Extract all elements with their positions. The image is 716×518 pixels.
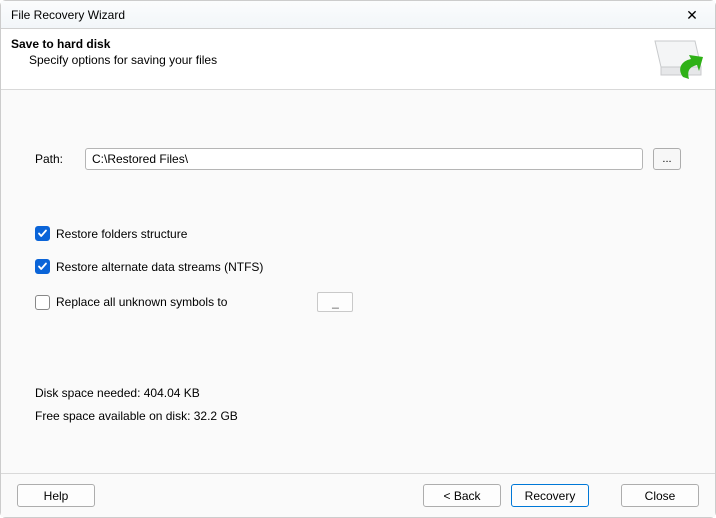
page-subtitle: Specify options for saving your files bbox=[29, 53, 649, 67]
options-group: Restore folders structure Restore altern… bbox=[35, 226, 681, 312]
restore-ads-label: Restore alternate data streams (NTFS) bbox=[56, 260, 263, 274]
close-button[interactable]: Close bbox=[621, 484, 699, 507]
wizard-header-text: Save to hard disk Specify options for sa… bbox=[11, 37, 649, 67]
hard-disk-recovery-icon bbox=[649, 37, 705, 79]
browse-button-label: ... bbox=[662, 153, 671, 165]
restore-ads-row: Restore alternate data streams (NTFS) bbox=[35, 259, 681, 274]
help-button[interactable]: Help bbox=[17, 484, 95, 507]
disk-space-free: Free space available on disk: 32.2 GB bbox=[35, 405, 681, 428]
close-icon: ✕ bbox=[686, 8, 698, 22]
wizard-footer: Help < Back Recovery Close bbox=[1, 473, 715, 517]
disk-info: Disk space needed: 404.04 KB Free space … bbox=[35, 382, 681, 428]
replace-symbols-checkbox[interactable] bbox=[35, 295, 50, 310]
window-close-button[interactable]: ✕ bbox=[675, 4, 709, 26]
page-title: Save to hard disk bbox=[11, 37, 649, 51]
title-bar: File Recovery Wizard ✕ bbox=[1, 1, 715, 29]
replace-symbol-input[interactable] bbox=[317, 292, 353, 312]
restore-folders-row: Restore folders structure bbox=[35, 226, 681, 241]
restore-folders-label: Restore folders structure bbox=[56, 227, 187, 241]
browse-button[interactable]: ... bbox=[653, 148, 681, 170]
wizard-body: Path: ... Restore folders structure Rest… bbox=[1, 90, 715, 473]
disk-space-needed: Disk space needed: 404.04 KB bbox=[35, 382, 681, 405]
path-label: Path: bbox=[35, 152, 75, 166]
path-row: Path: ... bbox=[35, 148, 681, 170]
window-title: File Recovery Wizard bbox=[11, 8, 675, 22]
restore-folders-checkbox[interactable] bbox=[35, 226, 50, 241]
wizard-header: Save to hard disk Specify options for sa… bbox=[1, 29, 715, 90]
replace-symbols-row: Replace all unknown symbols to bbox=[35, 292, 681, 312]
recovery-button[interactable]: Recovery bbox=[511, 484, 589, 507]
back-button[interactable]: < Back bbox=[423, 484, 501, 507]
restore-ads-checkbox[interactable] bbox=[35, 259, 50, 274]
replace-symbols-label: Replace all unknown symbols to bbox=[56, 295, 227, 309]
path-input[interactable] bbox=[85, 148, 643, 170]
